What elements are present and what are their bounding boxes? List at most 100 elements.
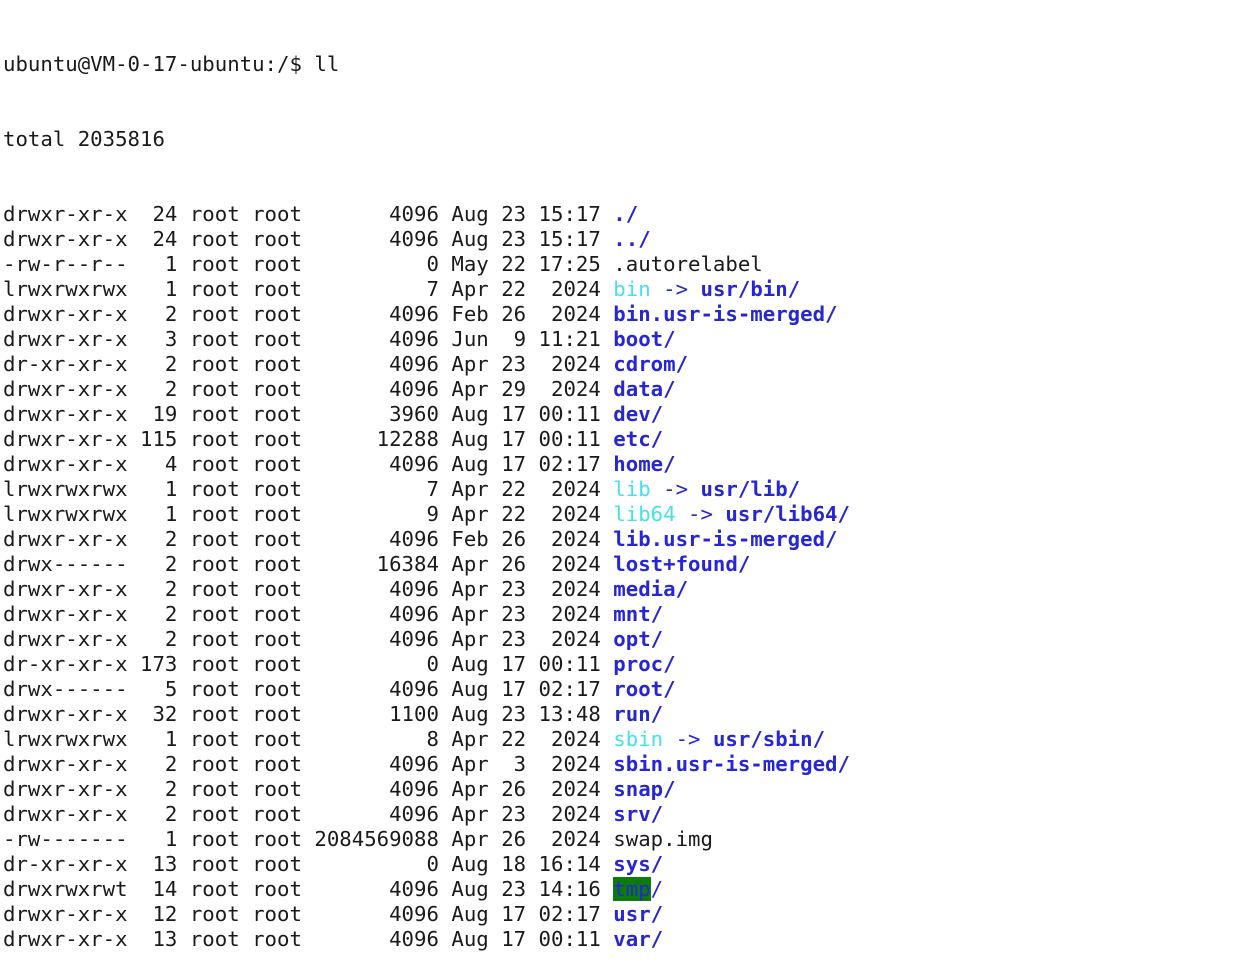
terminal-window[interactable]: ubuntu@VM-0-17-ubuntu:/$ ll total 203581…: [0, 0, 1245, 951]
symlink-arrow: ->: [650, 477, 701, 501]
listing-row: dr-xr-xr-x 173 root root 0 Aug 17 00:11 …: [3, 652, 1245, 677]
file-name: tmp: [613, 877, 651, 901]
file-name: run/: [613, 702, 664, 726]
file-name: media/: [613, 577, 689, 601]
file-name: ./: [613, 202, 639, 226]
file-metadata: drwx------ 5 root root 4096 Aug 17 02:17: [3, 677, 614, 701]
listing-row: drwxr-xr-x 3 root root 4096 Jun 9 11:21 …: [3, 327, 1245, 352]
file-name: bin: [613, 277, 651, 301]
listing-row: drwxr-xr-x 2 root root 4096 Apr 23 2024 …: [3, 802, 1245, 827]
listing-row: drwx------ 5 root root 4096 Aug 17 02:17…: [3, 677, 1245, 702]
file-name: opt/: [613, 627, 664, 651]
listing-row: drwxr-xr-x 2 root root 4096 Apr 29 2024 …: [3, 377, 1245, 402]
file-metadata: drwxr-xr-x 2 root root 4096 Apr 23 2024: [3, 627, 614, 651]
symlink-arrow: ->: [675, 502, 726, 526]
file-metadata: drwxr-xr-x 115 root root 12288 Aug 17 00…: [3, 427, 614, 451]
listing-row: drwxr-xr-x 12 root root 4096 Aug 17 02:1…: [3, 902, 1245, 927]
file-name: dev/: [613, 402, 664, 426]
file-metadata: drwxr-xr-x 4 root root 4096 Aug 17 02:17: [3, 452, 614, 476]
listing-row: drwxr-xr-x 2 root root 4096 Apr 23 2024 …: [3, 577, 1245, 602]
file-metadata: drwxrwxrwt 14 root root 4096 Aug 23 14:1…: [3, 877, 614, 901]
file-name: lib.usr-is-merged/: [613, 527, 838, 551]
file-metadata: drwxr-xr-x 2 root root 4096 Apr 3 2024: [3, 752, 614, 776]
file-name: sys/: [613, 852, 664, 876]
file-metadata: drwx------ 2 root root 16384 Apr 26 2024: [3, 552, 614, 576]
file-metadata: dr-xr-xr-x 13 root root 0 Aug 18 16:14: [3, 852, 614, 876]
file-metadata: drwxr-xr-x 3 root root 4096 Jun 9 11:21: [3, 327, 614, 351]
file-name: ../: [613, 227, 651, 251]
symlink-target: usr/sbin/: [712, 727, 826, 751]
listing-row: lrwxrwxrwx 1 root root 8 Apr 22 2024 sbi…: [3, 727, 1245, 752]
file-metadata: -rw------- 1 root root 2084569088 Apr 26…: [3, 827, 614, 851]
file-metadata: dr-xr-xr-x 2 root root 4096 Apr 23 2024: [3, 352, 614, 376]
listing-row: drwxr-xr-x 19 root root 3960 Aug 17 00:1…: [3, 402, 1245, 427]
file-name: lib64: [613, 502, 676, 526]
file-name: lost+found/: [613, 552, 751, 576]
listing-row: drwx------ 2 root root 16384 Apr 26 2024…: [3, 552, 1245, 577]
file-name: sbin.usr-is-merged/: [613, 752, 850, 776]
listing-row: drwxr-xr-x 24 root root 4096 Aug 23 15:1…: [3, 227, 1245, 252]
file-metadata: drwxr-xr-x 12 root root 4096 Aug 17 02:1…: [3, 902, 614, 926]
listing-row: drwxr-xr-x 13 root root 4096 Aug 17 00:1…: [3, 927, 1245, 952]
file-metadata: drwxr-xr-x 24 root root 4096 Aug 23 15:1…: [3, 227, 614, 251]
symlink-arrow: ->: [663, 727, 713, 751]
symlink-target: usr/bin/: [700, 277, 801, 301]
listing-row: drwxr-xr-x 115 root root 12288 Aug 17 00…: [3, 427, 1245, 452]
file-metadata: lrwxrwxrwx 1 root root 7 Apr 22 2024: [3, 477, 614, 501]
listing-row: drwxr-xr-x 2 root root 4096 Apr 26 2024 …: [3, 777, 1245, 802]
file-name: swap.img: [613, 827, 713, 851]
file-metadata: drwxr-xr-x 13 root root 4096 Aug 17 00:1…: [3, 927, 614, 951]
file-metadata: drwxr-xr-x 2 root root 4096 Apr 23 2024: [3, 802, 614, 826]
file-metadata: dr-xr-xr-x 173 root root 0 Aug 17 00:11: [3, 652, 614, 676]
file-name: var/: [613, 927, 664, 951]
file-metadata: drwxr-xr-x 2 root root 4096 Feb 26 2024: [3, 302, 614, 326]
file-name: .autorelabel: [613, 252, 763, 276]
listing-row: -rw------- 1 root root 2084569088 Apr 26…: [3, 827, 1245, 852]
prompt-line: ubuntu@VM-0-17-ubuntu:/$ ll: [3, 52, 340, 76]
file-metadata: drwxr-xr-x 2 root root 4096 Apr 29 2024: [3, 377, 614, 401]
symlink-target: usr/lib/: [700, 477, 801, 501]
file-metadata: drwxr-xr-x 2 root root 4096 Apr 26 2024: [3, 777, 614, 801]
listing-row: drwxr-xr-x 2 root root 4096 Apr 23 2024 …: [3, 602, 1245, 627]
file-name: etc/: [613, 427, 664, 451]
file-name: cdrom/: [613, 352, 689, 376]
listing-row: lrwxrwxrwx 1 root root 7 Apr 22 2024 lib…: [3, 477, 1245, 502]
listing-row: drwxr-xr-x 2 root root 4096 Feb 26 2024 …: [3, 302, 1245, 327]
file-name: data/: [613, 377, 676, 401]
listing-row: drwxr-xr-x 4 root root 4096 Aug 17 02:17…: [3, 452, 1245, 477]
listing-row: dr-xr-xr-x 13 root root 0 Aug 18 16:14 s…: [3, 852, 1245, 877]
file-metadata: lrwxrwxrwx 1 root root 9 Apr 22 2024: [3, 502, 614, 526]
file-metadata: drwxr-xr-x 32 root root 1100 Aug 23 13:4…: [3, 702, 614, 726]
file-name: lib: [613, 477, 651, 501]
listing-row: drwxr-xr-x 2 root root 4096 Apr 3 2024 s…: [3, 752, 1245, 777]
file-name: root/: [613, 677, 676, 701]
listing-row: lrwxrwxrwx 1 root root 7 Apr 22 2024 bin…: [3, 277, 1245, 302]
file-metadata: drwxr-xr-x 24 root root 4096 Aug 23 15:1…: [3, 202, 614, 226]
file-metadata: drwxr-xr-x 2 root root 4096 Apr 23 2024: [3, 602, 614, 626]
listing-row: dr-xr-xr-x 2 root root 4096 Apr 23 2024 …: [3, 352, 1245, 377]
file-name: proc/: [613, 652, 676, 676]
symlink-target: usr/lib64/: [725, 502, 850, 526]
file-name: mnt/: [613, 602, 664, 626]
file-metadata: lrwxrwxrwx 1 root root 8 Apr 22 2024: [3, 727, 614, 751]
listing-row: drwxr-xr-x 24 root root 4096 Aug 23 15:1…: [3, 202, 1245, 227]
file-name: sbin: [613, 727, 664, 751]
file-name: bin.usr-is-merged/: [613, 302, 838, 326]
listing-row: drwxr-xr-x 32 root root 1100 Aug 23 13:4…: [3, 702, 1245, 727]
listing-row: drwxr-xr-x 2 root root 4096 Apr 23 2024 …: [3, 627, 1245, 652]
listing-row: drwxrwxrwt 14 root root 4096 Aug 23 14:1…: [3, 877, 1245, 902]
symlink-arrow: ->: [650, 277, 701, 301]
file-name: boot/: [613, 327, 676, 351]
file-name: srv/: [613, 802, 664, 826]
file-metadata: -rw-r--r-- 1 root root 0 May 22 17:25: [3, 252, 614, 276]
file-name: usr/: [613, 902, 664, 926]
listing-row: -rw-r--r-- 1 root root 0 May 22 17:25 .a…: [3, 252, 1245, 277]
file-name: home/: [613, 452, 676, 476]
total-line: total 2035816: [3, 127, 165, 151]
listing-row: drwxr-xr-x 2 root root 4096 Feb 26 2024 …: [3, 527, 1245, 552]
listing-row: lrwxrwxrwx 1 root root 9 Apr 22 2024 lib…: [3, 502, 1245, 527]
file-metadata: lrwxrwxrwx 1 root root 7 Apr 22 2024: [3, 277, 614, 301]
dir-suffix: /: [650, 877, 664, 901]
file-name: snap/: [613, 777, 676, 801]
file-metadata: drwxr-xr-x 2 root root 4096 Apr 23 2024: [3, 577, 614, 601]
